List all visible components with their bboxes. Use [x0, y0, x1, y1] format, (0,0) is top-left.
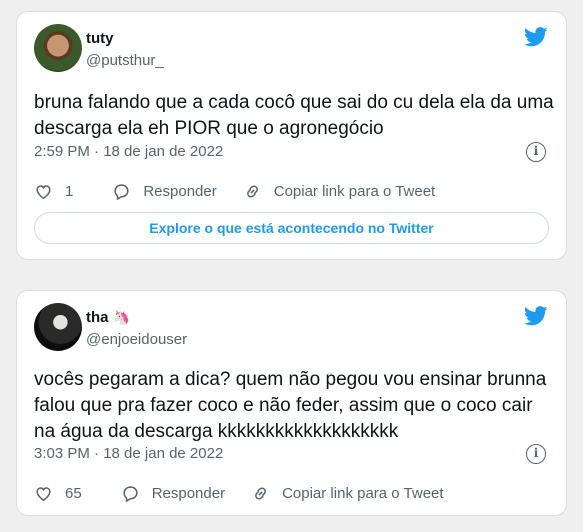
- reply-button[interactable]: Responder: [112, 182, 242, 201]
- tweet-card[interactable]: tuty @putsthur_ bruna falando que a cada…: [16, 11, 567, 260]
- tweet-actions: 1 Responder Copiar link para o Tweet: [34, 182, 435, 201]
- avatar[interactable]: [34, 24, 82, 72]
- unicorn-emoji-icon: 🦄: [112, 309, 130, 325]
- author-handle[interactable]: @enjoeidouser: [86, 331, 187, 348]
- link-icon: [246, 185, 258, 198]
- tweet-text: bruna falando que a cada cocô que sai do…: [34, 92, 554, 139]
- twitter-bird-icon[interactable]: [524, 27, 548, 47]
- info-icon[interactable]: i: [526, 142, 546, 162]
- explore-button[interactable]: Explore o que está acontecendo no Twitte…: [34, 212, 549, 244]
- like-count: 65: [65, 485, 82, 502]
- reply-label: Responder: [151, 485, 226, 502]
- avatar[interactable]: [34, 303, 82, 351]
- twitter-bird-icon[interactable]: [524, 306, 548, 326]
- like-button[interactable]: 1: [34, 182, 112, 201]
- reply-label: Responder: [143, 183, 217, 200]
- copy-link-label: Copiar link para o Tweet: [273, 183, 436, 200]
- author-handle[interactable]: @putsthur_: [86, 52, 164, 69]
- reply-bubble-icon: [123, 486, 138, 503]
- copy-link-label: Copiar link para o Tweet: [282, 485, 444, 502]
- link-icon: [255, 487, 266, 500]
- tweet-card[interactable]: tha 🦄 @enjoeidouser vocês pegaram a dica?…: [16, 290, 567, 516]
- like-count: 1: [65, 183, 74, 200]
- tweet-actions: 65 Responder Copiar link para o Tweet: [34, 484, 444, 503]
- tweet-text: vocês pegaram a dica? quem não pegou vou…: [34, 369, 547, 442]
- tweet-timestamp[interactable]: 3:03 PM · 18 de jan de 2022: [34, 445, 223, 462]
- like-button[interactable]: 65: [34, 484, 121, 503]
- heart-icon: [36, 185, 51, 200]
- author-name[interactable]: tuty: [86, 30, 114, 47]
- copy-link-button[interactable]: Copiar link para o Tweet: [243, 182, 435, 201]
- copy-link-button[interactable]: Copiar link para o Tweet: [251, 484, 444, 503]
- info-icon[interactable]: i: [526, 444, 546, 464]
- reply-bubble-icon: [114, 184, 129, 201]
- author-name-text: tha: [86, 309, 109, 326]
- reply-button[interactable]: Responder: [121, 484, 251, 503]
- author-name[interactable]: tha 🦄: [86, 309, 130, 326]
- tweet-timestamp[interactable]: 2:59 PM · 18 de jan de 2022: [34, 143, 223, 160]
- heart-icon: [36, 487, 51, 502]
